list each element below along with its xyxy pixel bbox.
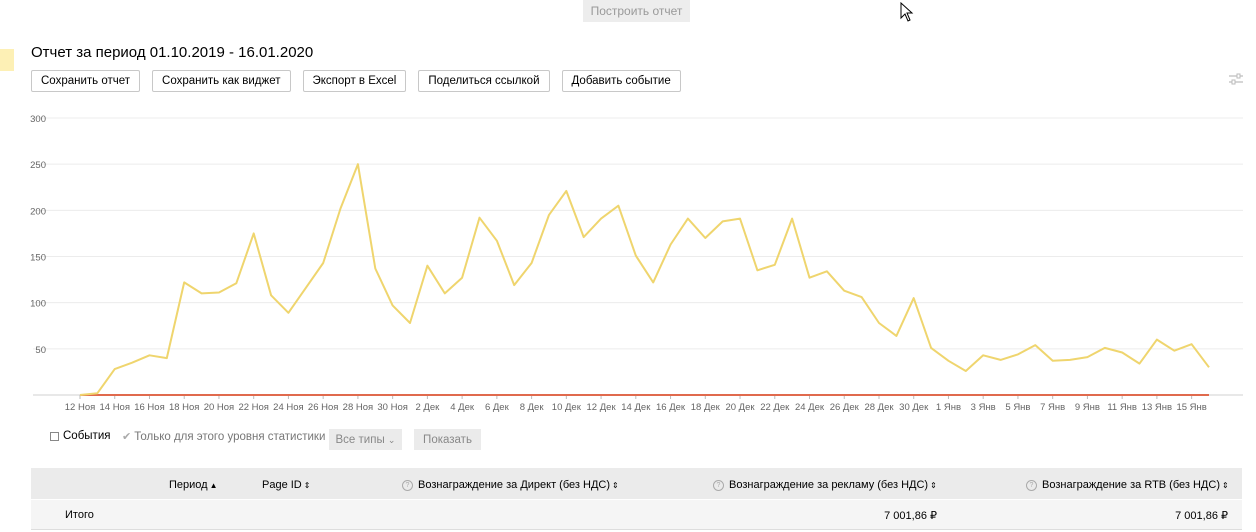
sort-icon: ⇕ [1222, 481, 1229, 490]
sort-icon: ⇕ [612, 481, 619, 490]
events-toggle[interactable]: События [50, 430, 110, 442]
column-page-id-label: Page ID [262, 479, 302, 491]
add-event-button[interactable]: Добавить событие [561, 70, 681, 92]
column-period-label: Период [169, 479, 208, 491]
x-tick-label: 4 Дек [450, 402, 475, 413]
sort-icon: ⇕ [303, 481, 311, 490]
column-period[interactable]: Период ▲ [169, 479, 218, 491]
chevron-down-icon: ⌄ [387, 434, 396, 445]
report-toolbar: Сохранить отчет Сохранить как виджет Экс… [31, 70, 681, 92]
only-level-label: Только для этого уровня статистики [134, 430, 326, 443]
y-tick-label: 150 [30, 253, 46, 264]
x-tick-label: 15 Янв [1176, 402, 1206, 413]
x-tick-label: 7 Янв [1040, 402, 1065, 413]
x-tick-label: 24 Дек [795, 402, 825, 413]
save-widget-button[interactable]: Сохранить как виджет [152, 70, 291, 92]
report-title: Отчет за период 01.10.2019 - 16.01.2020 [31, 44, 314, 61]
table-header: Период ▲ Page ID ⇕ ? Вознаграждение за Дире… [31, 468, 1242, 499]
mouse-cursor-icon [900, 2, 914, 22]
check-icon[interactable]: ✔ [122, 430, 131, 443]
x-tick-label: 22 Дек [760, 402, 790, 413]
y-tick-label: 250 [30, 160, 46, 171]
series-line [79, 163, 1210, 396]
column-rtb-label: Вознаграждение за RTB (без НДС) [1042, 479, 1220, 491]
x-tick-label: 11 Янв [1107, 402, 1137, 413]
total-label: Итого [65, 509, 94, 521]
x-tick-label: 6 Дек [485, 402, 510, 413]
x-tick-label: 10 Дек [552, 402, 582, 413]
help-icon[interactable]: ? [713, 480, 724, 491]
event-types-select[interactable]: Все типы ⌄ [329, 429, 402, 450]
left-accent-bar [0, 49, 14, 71]
share-link-button[interactable]: Поделиться ссылкой [418, 70, 550, 92]
y-tick-label: 100 [30, 299, 46, 310]
y-tick-label: 300 [30, 114, 46, 125]
total-ads-value: 7 001,86 ₽ [884, 510, 937, 522]
x-tick-label: 30 Дек [899, 402, 929, 413]
x-tick-label: 9 Янв [1075, 402, 1100, 413]
column-page-id[interactable]: Page ID ⇕ [262, 479, 310, 491]
x-tick-label: 26 Ноя [308, 402, 339, 413]
line-chart: 300 250 200 150 100 50 12 Ноя 14 Ноя 16 Ноя 18 Н… [30, 114, 1243, 413]
x-tick-label: 3 Янв [971, 402, 996, 413]
x-tick-label: 14 Дек [621, 402, 651, 413]
sort-asc-icon: ▲ [209, 481, 218, 490]
column-direct-reward[interactable]: ? Вознаграждение за Директ (без НДС) ⇕ [402, 479, 619, 491]
x-tick-label: 26 Дек [830, 402, 860, 413]
x-tick-label: 1 Янв [936, 402, 961, 413]
x-tick-label: 12 Дек [587, 402, 617, 413]
export-excel-button[interactable]: Экспорт в Excel [302, 70, 407, 92]
events-label: События [63, 430, 111, 442]
x-tick-label: 28 Ноя [343, 402, 374, 413]
x-tick-label: 16 Дек [656, 402, 686, 413]
x-tick-label: 12 Ноя [65, 402, 96, 413]
x-tick-label: 28 Дек [864, 402, 894, 413]
x-tick-label: 13 Янв [1142, 402, 1172, 413]
y-tick-label: 50 [35, 345, 46, 356]
build-report-button[interactable]: Построить отчет [583, 0, 690, 22]
x-tick-label: 20 Ноя [204, 402, 235, 413]
column-rtb-reward[interactable]: ? Вознаграждение за RTB (без НДС) ⇕ [1026, 479, 1229, 491]
x-tick-label: 18 Ноя [169, 402, 200, 413]
settings-sliders-icon[interactable] [1228, 72, 1244, 86]
x-tick-label: 5 Янв [1005, 402, 1030, 413]
y-tick-label: 200 [30, 206, 46, 217]
column-ads-reward[interactable]: ? Вознаграждение за рекламу (без НДС) ⇕ [713, 479, 937, 491]
help-icon[interactable]: ? [402, 480, 413, 491]
column-direct-label: Вознаграждение за Директ (без НДС) [418, 479, 610, 491]
help-icon[interactable]: ? [1026, 480, 1037, 491]
x-tick-label: 18 Дек [691, 402, 721, 413]
events-checkbox[interactable] [50, 431, 59, 441]
column-ads-label: Вознаграждение за рекламу (без НДС) [729, 479, 929, 491]
x-tick-label: 14 Ноя [99, 402, 130, 413]
table-row-total: Итого 7 001,86 ₽ 7 001,86 ₽ [31, 500, 1242, 530]
x-tick-label: 30 Ноя [377, 402, 408, 413]
x-tick-label: 20 Дек [725, 402, 755, 413]
sort-icon: ⇕ [930, 481, 937, 490]
event-types-value: Все типы [335, 433, 385, 446]
save-report-button[interactable]: Сохранить отчет [31, 70, 141, 92]
x-tick-label: 16 Ноя [134, 402, 165, 413]
x-tick-label: 8 Дек [520, 402, 545, 413]
x-tick-label: 24 Ноя [273, 402, 304, 413]
x-tick-label: 2 Дек [415, 402, 440, 413]
x-tick-label: 22 Ноя [238, 402, 269, 413]
only-level-toggle[interactable]: ✔ Только для этого уровня статистики [122, 430, 326, 444]
show-events-button[interactable]: Показать [414, 429, 481, 450]
total-rtb-value: 7 001,86 ₽ [1175, 510, 1228, 522]
